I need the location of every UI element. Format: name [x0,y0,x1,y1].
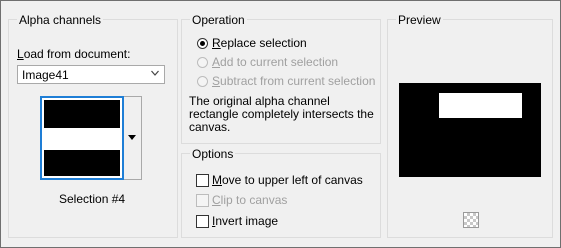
operation-title: Operation [190,13,247,27]
operation-description: The original alpha channel rectangle com… [189,94,374,134]
subtract-from-selection-radio[interactable] [197,76,208,87]
selection-thumbnail-dropdown-button[interactable] [124,96,142,180]
preview-title: Preview [396,13,443,27]
replace-selection-label[interactable]: Replace selection [212,36,307,50]
selection-caption: Selection #4 [59,192,126,206]
radio-selected-dot [200,41,205,46]
alpha-channels-title: Alpha channels [17,13,104,27]
selection-thumbnail-band [44,128,120,150]
replace-selection-radio[interactable] [197,38,208,49]
load-from-document-label: Load from document: [17,47,131,61]
selection-thumbnail-image [44,100,120,176]
options-title: Options [190,147,236,161]
dropdown-arrow-icon [128,135,136,140]
transparency-checker-icon[interactable] [463,212,479,228]
invert-image-label[interactable]: Invert image [212,214,278,228]
preview-canvas [399,83,541,177]
add-to-selection-label[interactable]: Add to current selection [212,55,338,69]
subtract-from-selection-label[interactable]: Subtract from current selection [212,74,375,88]
chevron-down-icon [151,70,159,76]
document-dropdown[interactable]: Image41 [17,65,165,84]
document-dropdown-value: Image41 [22,68,69,82]
move-to-upper-left-label[interactable]: Move to upper left of canvas [212,173,363,187]
move-to-upper-left-checkbox[interactable] [196,174,209,187]
add-to-selection-radio[interactable] [197,57,208,68]
invert-image-checkbox[interactable] [196,215,209,228]
clip-to-canvas-label[interactable]: Clip to canvas [212,193,287,207]
selection-thumbnail[interactable] [40,96,124,180]
preview-selection-rectangle [439,93,522,118]
clip-to-canvas-checkbox[interactable] [196,194,209,207]
